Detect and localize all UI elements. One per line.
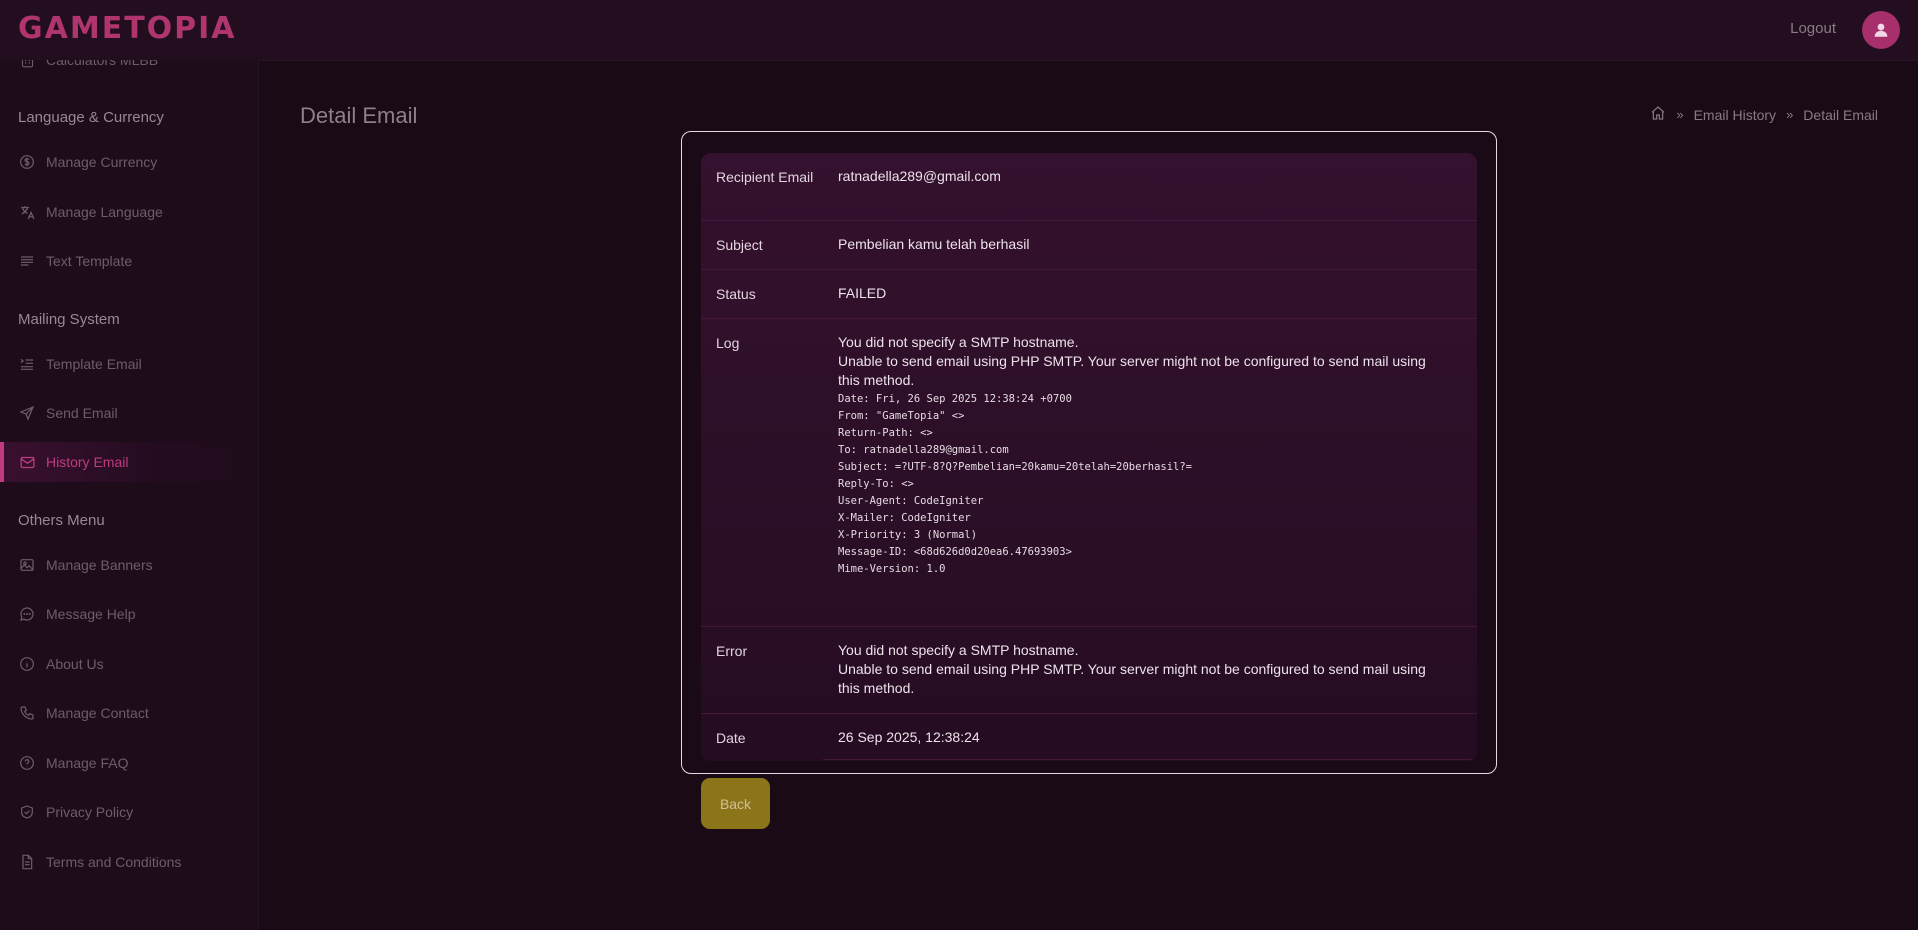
app-logo[interactable]: GAMETOPIA	[18, 11, 237, 46]
sidebar-item-about-us[interactable]: About Us	[0, 644, 258, 684]
sidebar-item-label: Manage Language	[46, 204, 163, 220]
email-detail-card: Recipient Email ratnadella289@gmail.com …	[701, 153, 1477, 761]
log-header-line: X-Mailer: CodeIgniter	[838, 512, 971, 524]
breadcrumb-detail-email: Detail Email	[1803, 106, 1878, 123]
sidebar-item-history-email[interactable]: History Email	[0, 442, 258, 482]
sidebar-item-label: Message Help	[46, 606, 136, 622]
sidebar-item-send-email[interactable]: Send Email	[0, 393, 258, 433]
error-label: Error	[716, 643, 748, 659]
sidebar-item-label: Manage Contact	[46, 705, 149, 721]
sidebar-item-calculators-mlbb[interactable]: Calculators MLBB	[0, 60, 258, 80]
page-title: Detail Email	[300, 103, 418, 128]
date-label: Date	[716, 730, 746, 746]
sidebar-item-manage-faq[interactable]: Manage FAQ	[0, 743, 258, 783]
email-detail-modal: Recipient Email ratnadella289@gmail.com …	[681, 131, 1497, 774]
sidebar-item-template-email[interactable]: Template Email	[0, 344, 258, 384]
sidebar-item-message-help[interactable]: Message Help	[0, 594, 258, 634]
log-label: Log	[716, 335, 740, 351]
user-icon	[1874, 23, 1888, 37]
log-line: Unable to send email using PHP SMTP. You…	[838, 353, 1426, 388]
error-line: Unable to send email using PHP SMTP. You…	[838, 661, 1426, 696]
sidebar-item-label: History Email	[46, 454, 129, 470]
subject-value: Pembelian kamu telah berhasil	[838, 236, 1030, 252]
log-header-line: Message-ID: <68d626d0d20ea6.47693903>	[838, 546, 1072, 558]
row-divider	[823, 759, 1477, 760]
send-icon	[18, 404, 36, 422]
translate-icon	[18, 203, 36, 221]
chevron-double-right-icon: »	[1786, 107, 1794, 122]
home-icon[interactable]	[1650, 105, 1666, 124]
question-circle-icon	[18, 754, 36, 772]
breadcrumb: » Email History » Detail Email	[1650, 105, 1878, 124]
sidebar-item-label: Manage Currency	[46, 154, 158, 170]
sidebar-item-label: Text Template	[46, 253, 133, 269]
detail-row-error: Error You did not specify a SMTP hostnam…	[701, 627, 1477, 714]
detail-row-date: Date 26 Sep 2025, 12:38:24	[701, 714, 1477, 760]
chat-bubble-icon	[18, 605, 36, 623]
sidebar-item-label: Manage Banners	[46, 557, 153, 573]
sidebar-item-terms-and-conditions[interactable]: Terms and Conditions	[0, 842, 258, 882]
document-icon	[18, 853, 36, 871]
sidebar-section-language-currency: Language & Currency	[18, 109, 164, 126]
sidebar-item-label: Send Email	[46, 405, 118, 421]
avatar[interactable]	[1862, 11, 1900, 49]
recipient-value: ratnadella289@gmail.com	[838, 168, 1001, 184]
status-label: Status	[716, 286, 756, 302]
detail-row-subject: Subject Pembelian kamu telah berhasil	[701, 221, 1477, 270]
list-indent-icon	[18, 355, 36, 373]
mail-icon	[18, 453, 36, 471]
sidebar-section-others-menu: Others Menu	[18, 512, 105, 529]
log-header-line: User-Agent: CodeIgniter	[838, 495, 984, 507]
log-headers: Date: Fri, 26 Sep 2025 12:38:24 +0700 Fr…	[838, 391, 1438, 578]
sidebar-item-label: Terms and Conditions	[46, 854, 182, 870]
breadcrumb-email-history[interactable]: Email History	[1694, 107, 1776, 123]
sidebar-item-label: About Us	[46, 656, 104, 672]
back-button[interactable]: Back	[701, 778, 770, 829]
sidebar-item-label: Privacy Policy	[46, 804, 134, 820]
phone-icon	[18, 704, 36, 722]
log-header-line: Subject: =?UTF-8?Q?Pembelian=20kamu=20te…	[838, 461, 1193, 473]
status-value: FAILED	[838, 285, 887, 301]
sidebar-item-label: Template Email	[46, 356, 142, 372]
currency-icon	[18, 153, 36, 171]
log-header-line: Date: Fri, 26 Sep 2025 12:38:24 +0700	[838, 393, 1072, 405]
logout-link[interactable]: Logout	[1790, 20, 1836, 37]
chevron-double-right-icon: »	[1676, 107, 1684, 122]
log-line: You did not specify a SMTP hostname.	[838, 334, 1079, 350]
detail-row-log: Log You did not specify a SMTP hostname.…	[701, 319, 1477, 627]
image-icon	[18, 556, 36, 574]
sidebar-section-mailing-system: Mailing System	[18, 311, 120, 328]
sidebar-item-manage-contact[interactable]: Manage Contact	[0, 693, 258, 733]
date-value: 26 Sep 2025, 12:38:24	[838, 729, 980, 745]
recipient-label: Recipient Email	[716, 169, 814, 185]
shield-check-icon	[18, 803, 36, 821]
sidebar: Calculators MLBB Language & Currency Man…	[0, 60, 259, 930]
sidebar-item-label: Manage FAQ	[46, 755, 129, 771]
detail-row-recipient: Recipient Email ratnadella289@gmail.com	[701, 153, 1477, 221]
sidebar-item-text-template[interactable]: Text Template	[0, 241, 258, 281]
sidebar-item-label: Calculators MLBB	[46, 60, 159, 68]
log-header-line: Mime-Version: 1.0	[838, 563, 946, 575]
log-value: You did not specify a SMTP hostname. Una…	[838, 333, 1438, 578]
error-line: You did not specify a SMTP hostname.	[838, 642, 1079, 658]
info-icon	[18, 655, 36, 673]
sidebar-item-manage-banners[interactable]: Manage Banners	[0, 545, 258, 585]
sidebar-item-manage-currency[interactable]: Manage Currency	[0, 142, 258, 182]
sidebar-item-manage-language[interactable]: Manage Language	[0, 192, 258, 232]
error-value: You did not specify a SMTP hostname. Una…	[838, 641, 1438, 698]
text-lines-icon	[18, 252, 36, 270]
detail-row-status: Status FAILED	[701, 270, 1477, 319]
calculator-icon	[18, 60, 36, 69]
log-header-line: To: ratnadella289@gmail.com	[838, 444, 1009, 456]
log-header-line: Return-Path: <>	[838, 427, 933, 439]
log-header-line: X-Priority: 3 (Normal)	[838, 529, 978, 541]
log-header-line: Reply-To: <>	[838, 478, 914, 490]
subject-label: Subject	[716, 237, 763, 253]
sidebar-item-privacy-policy[interactable]: Privacy Policy	[0, 792, 258, 832]
top-bar: GAMETOPIA Logout	[0, 0, 1918, 61]
log-header-line: From: "GameTopia" <>	[838, 410, 965, 422]
